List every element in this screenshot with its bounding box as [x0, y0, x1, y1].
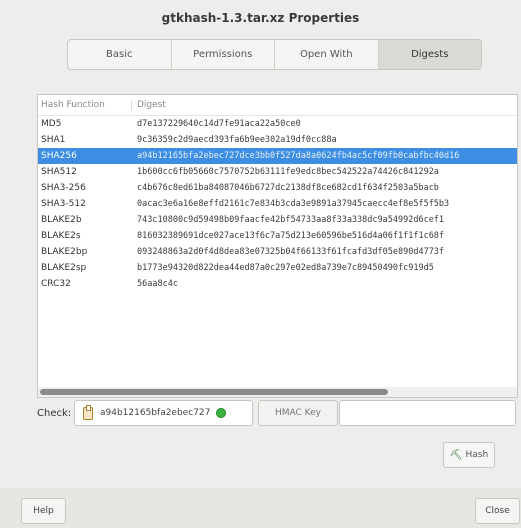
hash-button-label: Hash	[465, 450, 489, 460]
hash-function-cell: BLAKE2sp	[41, 263, 87, 273]
table-row[interactable]: BLAKE2s 816032389691dce027ace13f6c7a75d21…	[38, 228, 517, 244]
horizontal-scrollbar[interactable]	[38, 387, 517, 397]
tab-digests[interactable]: Digests	[378, 40, 481, 69]
digest-cell: 1b600cc6fb05660c7570752b63111fe9edc8bec5…	[137, 167, 439, 177]
header-digest[interactable]: Digest	[132, 100, 166, 110]
digest-cell: 743c10800c9d59498b09faacfe42bf54733aa8f3…	[137, 215, 445, 225]
close-button[interactable]: Close	[475, 498, 520, 524]
window-title: gtkhash-1.3.tar.xz Properties	[161, 11, 360, 25]
table-row[interactable]: BLAKE2bp 093248863a2d0f4d8dea83e07325b04f…	[38, 244, 517, 260]
digest-cell: d7e137229640c14d7fe91aca22a50ce0	[137, 119, 301, 129]
hmac-key-toggle[interactable]: HMAC Key	[258, 400, 338, 426]
properties-window: gtkhash-1.3.tar.xz Properties Basic Perm…	[0, 0, 521, 528]
tab-permissions[interactable]: Permissions	[172, 40, 275, 69]
digest-cell: 9c36359c2d9aecd393fa6b9ee302a19df0cc88a	[137, 135, 337, 145]
hash-function-cell: SHA512	[41, 167, 77, 177]
tab-basic[interactable]: Basic	[68, 40, 172, 69]
table-body: MD5 d7e137229640c14d7fe91aca22a50ce0 SHA1 9…	[38, 116, 517, 292]
header-hash-function[interactable]: Hash Function	[38, 100, 132, 110]
hash-button[interactable]: ⛏ Hash	[443, 442, 495, 468]
digest-cell: 0acac3e6a16e8effd2161c7e834b3cda3e9891a3…	[137, 199, 450, 209]
digest-cell: c4b676c8ed61ba84087046b6727dc2138df8ce68…	[137, 183, 439, 193]
dialog-button-bar	[0, 488, 521, 528]
scrollbar-thumb[interactable]	[40, 389, 388, 395]
table-header: Hash Function Digest	[38, 95, 517, 116]
hash-function-cell: BLAKE2s	[41, 231, 81, 241]
digest-cell: 56aa8c4c	[137, 279, 178, 289]
tab-bar: Basic Permissions Open With Digests	[67, 39, 482, 70]
hash-function-cell: BLAKE2b	[41, 215, 82, 225]
hmac-key-input[interactable]	[339, 400, 516, 426]
table-row[interactable]: BLAKE2b 743c10800c9d59498b09faacfe42bf547…	[38, 212, 517, 228]
table-row[interactable]: SHA512 1b600cc6fb05660c7570752b63111fe9ed…	[38, 164, 517, 180]
hmac-key-label: HMAC Key	[275, 408, 321, 418]
hash-icon: ⛏	[449, 449, 463, 461]
table-row[interactable]: SHA3-256 c4b676c8ed61ba84087046b6727dc213…	[38, 180, 517, 196]
table-row[interactable]: SHA256 a94b12165bfa2ebec727dce3bb0f527da8…	[38, 148, 517, 164]
tab-open-with[interactable]: Open With	[275, 40, 379, 69]
hash-table: Hash Function Digest MD5 d7e137229640c14d…	[37, 94, 518, 398]
table-row[interactable]: BLAKE2sp b1773e94320d822dea44ed87a0c297e0…	[38, 260, 517, 276]
hash-function-cell: MD5	[41, 119, 62, 129]
table-row[interactable]: SHA1 9c36359c2d9aecd393fa6b9ee302a19df0cc…	[38, 132, 517, 148]
hash-function-cell: SHA3-256	[41, 183, 86, 193]
hash-function-cell: CRC32	[41, 279, 71, 289]
digest-cell: 816032389691dce027ace13f6c7a75d213e60596…	[137, 231, 445, 241]
table-row[interactable]: MD5 d7e137229640c14d7fe91aca22a50ce0	[38, 116, 517, 132]
digest-cell: a94b12165bfa2ebec727dce3bb0f527da8a0624f…	[137, 151, 460, 161]
hash-function-cell: SHA256	[41, 151, 77, 161]
table-row[interactable]: SHA3-512 0acac3e6a16e8effd2161c7e834b3cda…	[38, 196, 517, 212]
digest-cell: b1773e94320d822dea44ed87a0c297e02ed8a739…	[137, 263, 434, 273]
check-label: Check:	[37, 408, 72, 419]
help-button[interactable]: Help	[21, 498, 66, 524]
table-row[interactable]: CRC32 56aa8c4c	[38, 276, 517, 292]
hash-function-cell: SHA3-512	[41, 199, 86, 209]
match-status-icon	[216, 408, 227, 418]
check-value: a94b12165bfa2ebec727	[100, 408, 211, 418]
hash-function-cell: BLAKE2bp	[41, 247, 88, 257]
digest-cell: 093248863a2d0f4d8dea83e07325b04f66133f61…	[137, 247, 445, 257]
clipboard-icon[interactable]	[83, 404, 93, 420]
hash-function-cell: SHA1	[41, 135, 66, 145]
check-field[interactable]: a94b12165bfa2ebec727	[74, 400, 253, 426]
